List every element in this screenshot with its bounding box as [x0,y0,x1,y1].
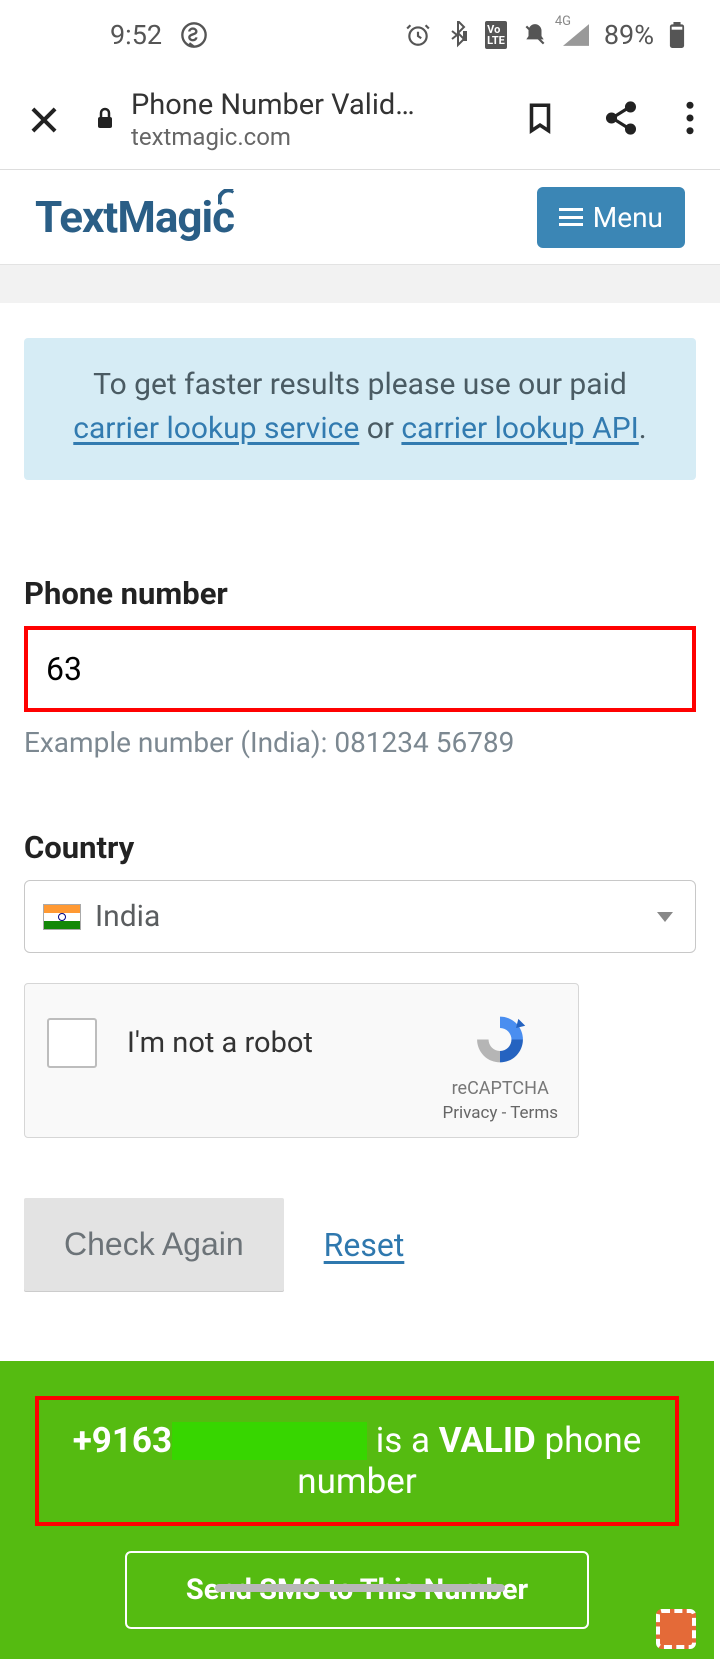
whatsapp-icon [180,21,208,49]
battery-icon [669,22,685,48]
gray-strip [0,265,720,303]
site-logo[interactable]: TextMagic [35,191,234,243]
phone-example: Example number (India): 081234 56789 [24,726,696,759]
recaptcha-checkbox[interactable] [47,1018,97,1068]
browser-bar: Phone Number Valid… textmagic.com [0,70,720,170]
share-icon[interactable] [602,99,640,141]
home-indicator[interactable] [215,1584,505,1592]
signal-icon: 4G [563,24,589,46]
main-card: To get faster results please use our pai… [6,303,714,1659]
menu-label: Menu [593,201,663,234]
phone-input[interactable] [24,626,696,712]
recaptcha-privacy-link[interactable]: Privacy [442,1103,497,1123]
status-time: 9:52 [110,19,162,51]
country-value: India [95,899,160,934]
page-title: Phone Number Valid… [131,88,503,123]
kebab-menu-icon[interactable] [685,101,695,139]
recaptcha-terms-link[interactable]: Terms [510,1103,558,1123]
page-host: textmagic.com [131,123,503,152]
carrier-lookup-api-link[interactable]: carrier lookup API [401,411,638,446]
bluetooth-icon [446,21,470,49]
chevron-down-icon [657,912,673,922]
result-banner: +9163 is a VALID phone number Send SMS t… [0,1361,714,1659]
reset-link[interactable]: Reset [324,1226,405,1264]
carrier-lookup-service-link[interactable]: carrier lookup service [73,411,359,446]
menu-button[interactable]: Menu [537,187,685,248]
url-block[interactable]: Phone Number Valid… textmagic.com [131,88,503,152]
alarm-icon [405,22,431,48]
status-bar: 9:52 VoLTE 4G 89% [0,0,720,70]
lock-icon [93,104,117,136]
hamburger-icon [559,208,583,226]
phone-label: Phone number [24,575,696,612]
country-select[interactable]: India [24,880,696,953]
recaptcha-brand: reCAPTCHA [442,1078,558,1099]
bookmark-icon[interactable] [523,98,557,142]
check-again-button[interactable]: Check Again [24,1198,284,1291]
site-header: TextMagic Menu [0,170,720,265]
recaptcha-widget: I'm not a robot reCAPTCHA Privacy - Term… [24,983,579,1138]
country-label: Country [24,829,696,866]
battery-percent: 89% [604,19,654,51]
india-flag-icon [43,904,81,930]
result-text: +9163 is a VALID phone number [35,1396,679,1526]
close-icon[interactable] [25,101,63,139]
volte-icon: VoLTE [485,21,507,49]
redacted-digits [172,1422,367,1460]
recaptcha-icon [470,1012,530,1067]
notice-banner: To get faster results please use our pai… [24,338,696,480]
widget-icon[interactable] [656,1609,696,1649]
mute-icon [522,22,548,48]
recaptcha-label: I'm not a robot [127,1026,442,1060]
